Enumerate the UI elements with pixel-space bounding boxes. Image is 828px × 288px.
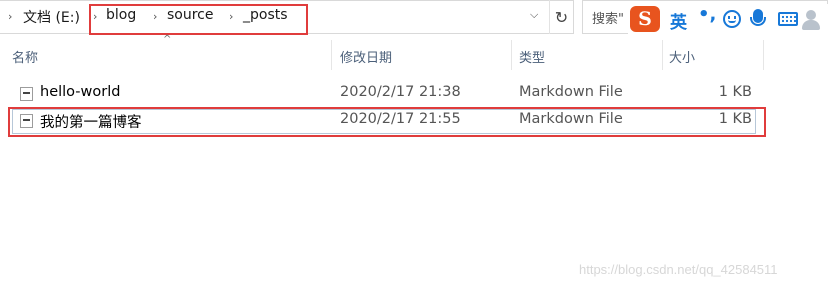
column-header-type[interactable]: 类型 — [519, 47, 545, 66]
file-modified: 2020/2/17 21:38 — [340, 84, 461, 100]
smile-icon[interactable] — [723, 10, 741, 28]
ime-mode-toggle[interactable]: 英 — [670, 8, 687, 33]
file-type: Markdown File — [519, 84, 623, 100]
file-name[interactable]: hello-world — [40, 84, 120, 100]
user-icon-body — [802, 20, 820, 30]
row-highlight-box — [8, 107, 766, 137]
ime-punctuation-toggle[interactable]: •, — [698, 4, 716, 25]
column-divider[interactable] — [662, 40, 663, 70]
address-dropdown-icon[interactable]: ⌵ — [530, 8, 538, 22]
refresh-icon[interactable]: ↻ — [549, 0, 573, 34]
markdown-file-icon — [20, 87, 33, 101]
sogou-logo-icon[interactable]: S — [630, 6, 660, 32]
column-header-modified[interactable]: 修改日期 — [340, 47, 392, 66]
user-icon[interactable] — [806, 10, 816, 20]
file-size: 1 KB — [718, 84, 752, 100]
sort-ascending-icon: ^ — [163, 34, 172, 45]
watermark: https://blog.csdn.net/qq_42584511 — [579, 262, 778, 277]
breadcrumb-highlight-box — [89, 4, 308, 35]
column-divider[interactable] — [763, 40, 764, 70]
keyboard-icon[interactable] — [778, 12, 798, 26]
breadcrumb-drive[interactable]: 文档 (E:) — [23, 7, 80, 27]
search-placeholder: 搜索" — [592, 12, 624, 27]
breadcrumb-separator-icon: › — [8, 10, 13, 23]
column-header-size[interactable]: 大小 — [669, 47, 695, 66]
column-divider[interactable] — [511, 40, 512, 70]
column-divider[interactable] — [331, 40, 332, 70]
column-header-name[interactable]: 名称 — [12, 47, 38, 66]
